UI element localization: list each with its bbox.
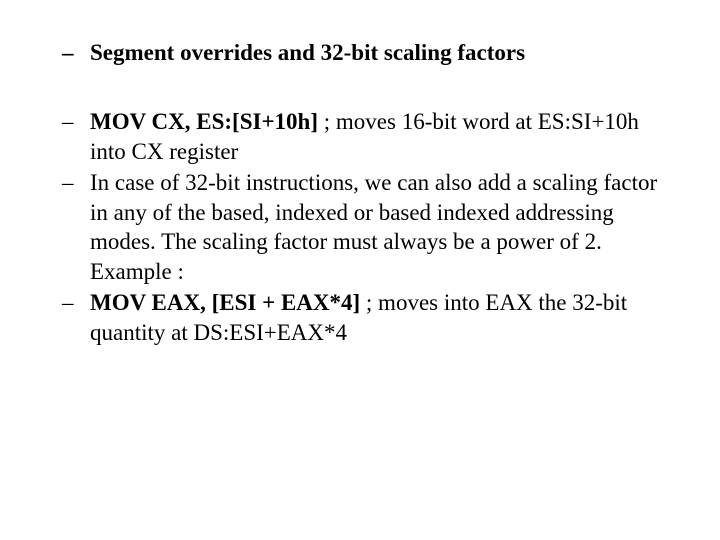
bullet-item: – MOV CX, ES:[SI+10h] ; moves 16-bit wor… — [60, 107, 660, 166]
slide: – Segment overrides and 32-bit scaling f… — [0, 0, 720, 347]
slide-title-row: – Segment overrides and 32-bit scaling f… — [60, 38, 660, 67]
bullet-bold: MOV CX, ES:[SI+10h] — [90, 109, 318, 134]
bullet-text: In case of 32-bit instructions, we can a… — [90, 170, 657, 283]
bullet-content: In case of 32-bit instructions, we can a… — [90, 168, 660, 286]
bullet-dash: – — [60, 168, 90, 286]
bullet-item: – MOV EAX, [ESI + EAX*4] ; moves into EA… — [60, 288, 660, 347]
bullet-dash: – — [60, 38, 90, 67]
bullet-dash: – — [60, 107, 90, 166]
slide-title: Segment overrides and 32-bit scaling fac… — [90, 38, 660, 67]
bullet-bold: MOV EAX, [ESI + EAX*4] — [90, 290, 360, 315]
bullet-dash: – — [60, 288, 90, 347]
bullet-content: MOV EAX, [ESI + EAX*4] ; moves into EAX … — [90, 288, 660, 347]
bullet-content: MOV CX, ES:[SI+10h] ; moves 16-bit word … — [90, 107, 660, 166]
bullet-item: – In case of 32-bit instructions, we can… — [60, 168, 660, 286]
